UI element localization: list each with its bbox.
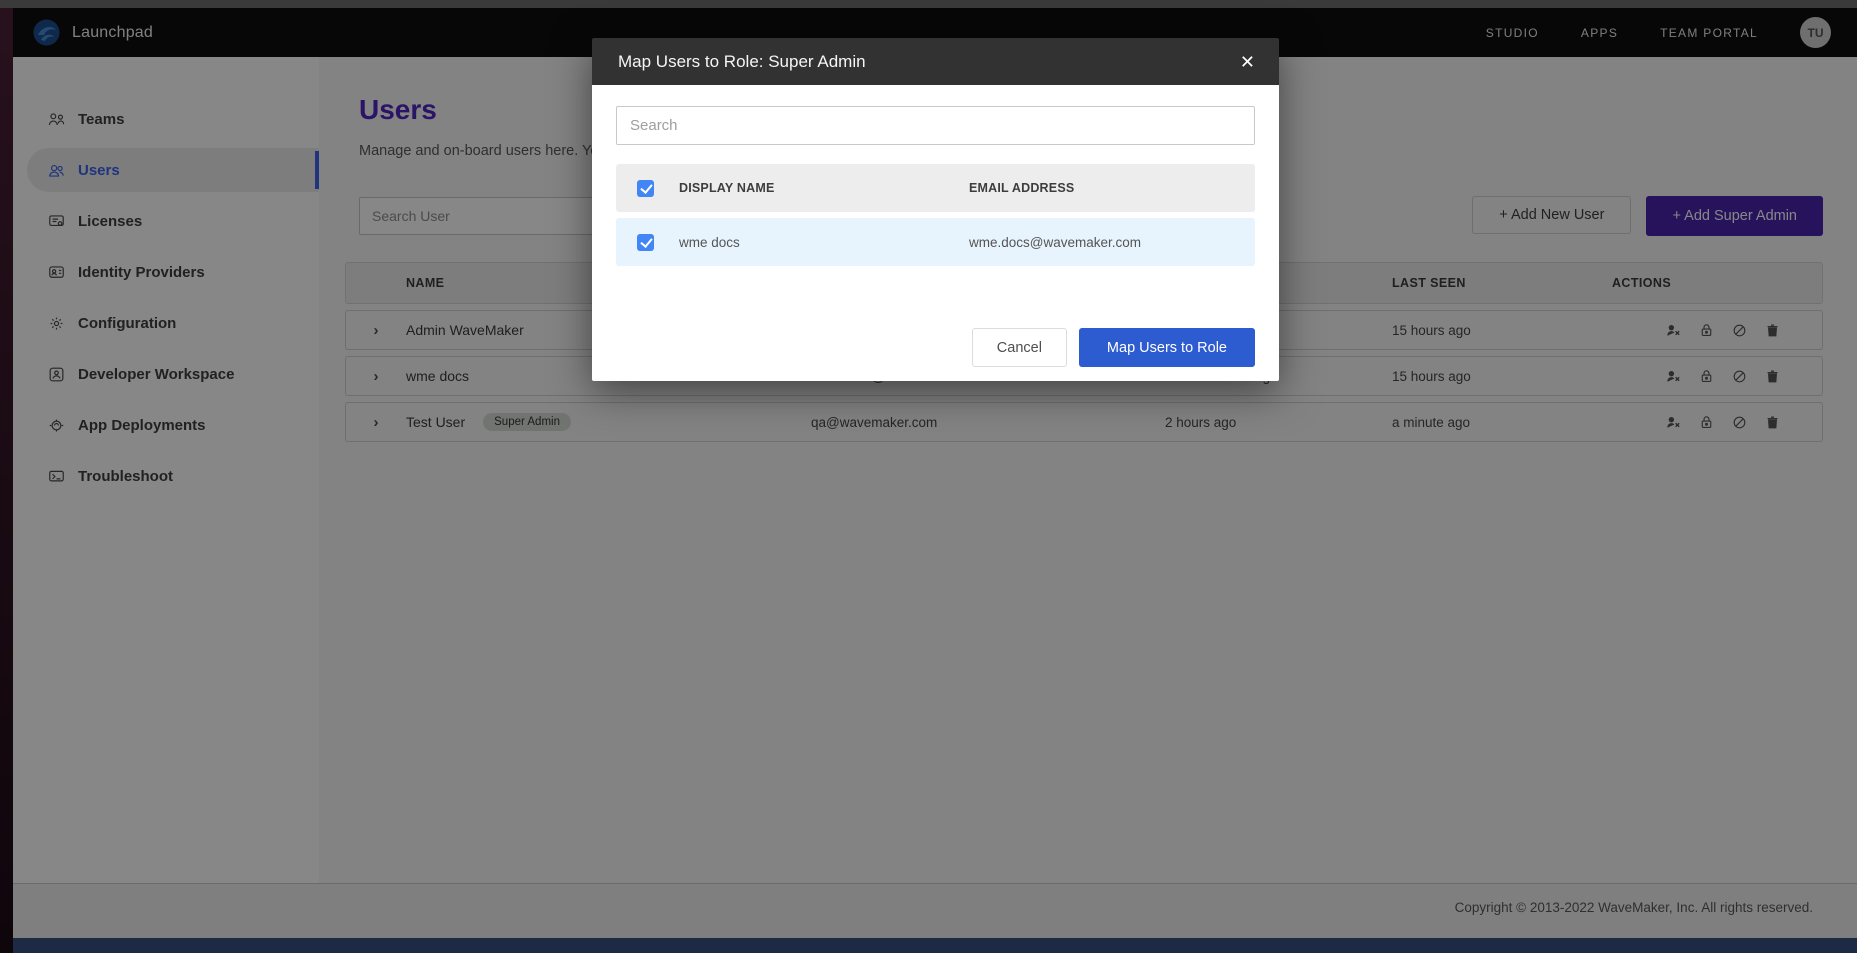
- modal-row-display-name: wme docs: [679, 235, 969, 250]
- modal-body: DISPLAY NAME EMAIL ADDRESS wme docs wme.…: [592, 85, 1279, 381]
- cancel-button[interactable]: Cancel: [972, 328, 1067, 367]
- modal-close-button[interactable]: ✕: [1240, 53, 1255, 71]
- modal-header: Map Users to Role: Super Admin ✕: [592, 38, 1279, 85]
- row-checkbox[interactable]: [637, 234, 654, 251]
- select-all-checkbox[interactable]: [637, 180, 654, 197]
- modal-search-input[interactable]: [616, 106, 1255, 145]
- map-users-to-role-button[interactable]: Map Users to Role: [1079, 328, 1255, 367]
- header-display-name: DISPLAY NAME: [679, 181, 969, 195]
- modal-table-header: DISPLAY NAME EMAIL ADDRESS: [616, 164, 1255, 212]
- header-email-address: EMAIL ADDRESS: [969, 181, 1239, 195]
- modal-table-row[interactable]: wme docs wme.docs@wavemaker.com: [616, 218, 1255, 266]
- modal-title: Map Users to Role: Super Admin: [618, 52, 866, 72]
- modal-row-email: wme.docs@wavemaker.com: [969, 235, 1239, 250]
- modal-footer: Cancel Map Users to Role: [616, 328, 1255, 367]
- map-users-modal: Map Users to Role: Super Admin ✕ DISPLAY…: [592, 38, 1279, 381]
- close-icon: ✕: [1240, 52, 1255, 72]
